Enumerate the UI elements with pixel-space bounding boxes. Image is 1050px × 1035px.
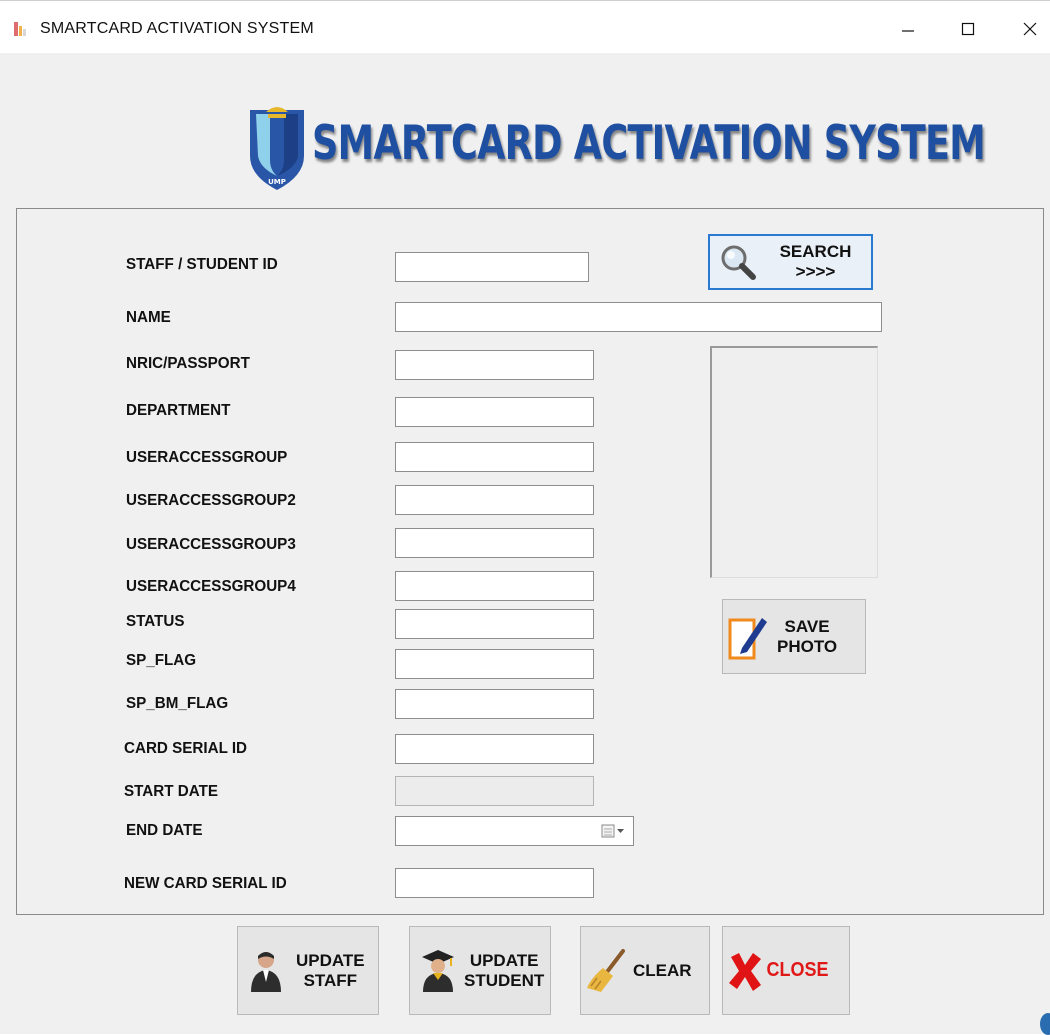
update-student-button[interactable]: UPDATE STUDENT [409,926,551,1015]
graduate-icon [416,949,460,993]
close-icon [1023,22,1037,36]
useraccessgroup2-input[interactable] [395,485,594,515]
minimize-button[interactable] [885,11,931,47]
clear-button-label: CLEAR [633,960,692,980]
window-close-button[interactable] [1007,11,1050,47]
label-staff-student-id: STAFF / STUDENT ID [126,256,278,273]
save-photo-label-line2: PHOTO [777,636,838,656]
photo-box [710,346,878,578]
minimize-icon [902,30,914,32]
update-staff-label-line2: STAFF [303,970,358,990]
label-useraccessgroup4: USERACCESSGROUP4 [126,578,296,595]
red-x-icon [727,949,763,993]
label-sp-flag: SP_FLAG [126,652,197,669]
update-staff-button[interactable]: UPDATE STAFF [237,926,379,1015]
label-name: NAME [126,309,171,326]
name-input[interactable] [395,302,882,332]
end-date-input[interactable] [395,816,594,846]
label-status: STATUS [126,613,185,630]
label-sp-bm-flag: SP_BM_FLAG [126,695,229,712]
window-title: SMARTCARD ACTIVATION SYSTEM [40,20,314,37]
maximize-button[interactable] [945,11,991,47]
sp-flag-input[interactable] [395,649,594,679]
pen-paper-icon [725,615,769,659]
update-staff-label-line1: UPDATE [296,950,365,970]
maximize-icon [961,22,975,36]
save-photo-label-line1: SAVE [784,616,830,636]
label-useraccessgroup2: USERACCESSGROUP2 [126,492,296,509]
label-card-serial-id: CARD SERIAL ID [124,740,248,757]
status-input[interactable] [395,609,594,639]
label-useraccessgroup3: USERACCESSGROUP3 [126,536,296,553]
calendar-icon [601,824,624,838]
clear-button[interactable]: CLEAR [580,926,710,1015]
sp-bm-flag-input[interactable] [395,689,594,719]
label-useraccessgroup: USERACCESSGROUP [126,449,288,466]
corner-indicator [1040,1013,1050,1035]
update-student-label-line2: STUDENT [464,970,545,990]
department-input[interactable] [395,397,594,427]
staff-student-id-input[interactable] [395,252,589,282]
label-new-card-serial-id: NEW CARD SERIAL ID [124,875,287,892]
new-card-serial-id-input[interactable] [395,868,594,898]
close-button[interactable]: CLOSE [722,926,850,1015]
title-bar: SMARTCARD ACTIVATION SYSTEM [0,1,1050,53]
magnifier-icon [716,240,760,284]
label-end-date: END DATE [126,822,203,839]
nric-passport-input[interactable] [395,350,594,380]
card-serial-id-input[interactable] [395,734,594,764]
label-department: DEPARTMENT [126,402,231,419]
svg-text:UMP: UMP [268,178,286,186]
useraccessgroup4-input[interactable] [395,571,594,601]
useraccessgroup3-input[interactable] [395,528,594,558]
banner-title: SMARTCARD ACTIVATION SYSTEM [312,116,986,171]
search-button-label: SEARCH >>>> [779,242,852,281]
label-nric-passport: NRIC/PASSPORT [126,355,250,372]
app-icon [14,22,26,36]
header-banner: UMP SMARTCARD ACTIVATION SYSTEM [246,104,986,196]
label-start-date: START DATE [124,783,219,800]
end-date-picker-button[interactable] [594,816,634,846]
start-date-input [395,776,594,806]
update-student-label-line1: UPDATE [469,950,539,970]
broom-icon [585,948,629,993]
ump-shield-logo: UMP [250,107,304,190]
close-button-label: CLOSE [766,959,829,981]
app-window: SMARTCARD ACTIVATION SYSTEM UMP SMARTCAR… [0,0,1050,1035]
staff-person-icon [244,949,288,993]
save-photo-button[interactable]: SAVE PHOTO [722,599,866,674]
search-button[interactable]: SEARCH >>>> [708,234,873,290]
useraccessgroup-input[interactable] [395,442,594,472]
